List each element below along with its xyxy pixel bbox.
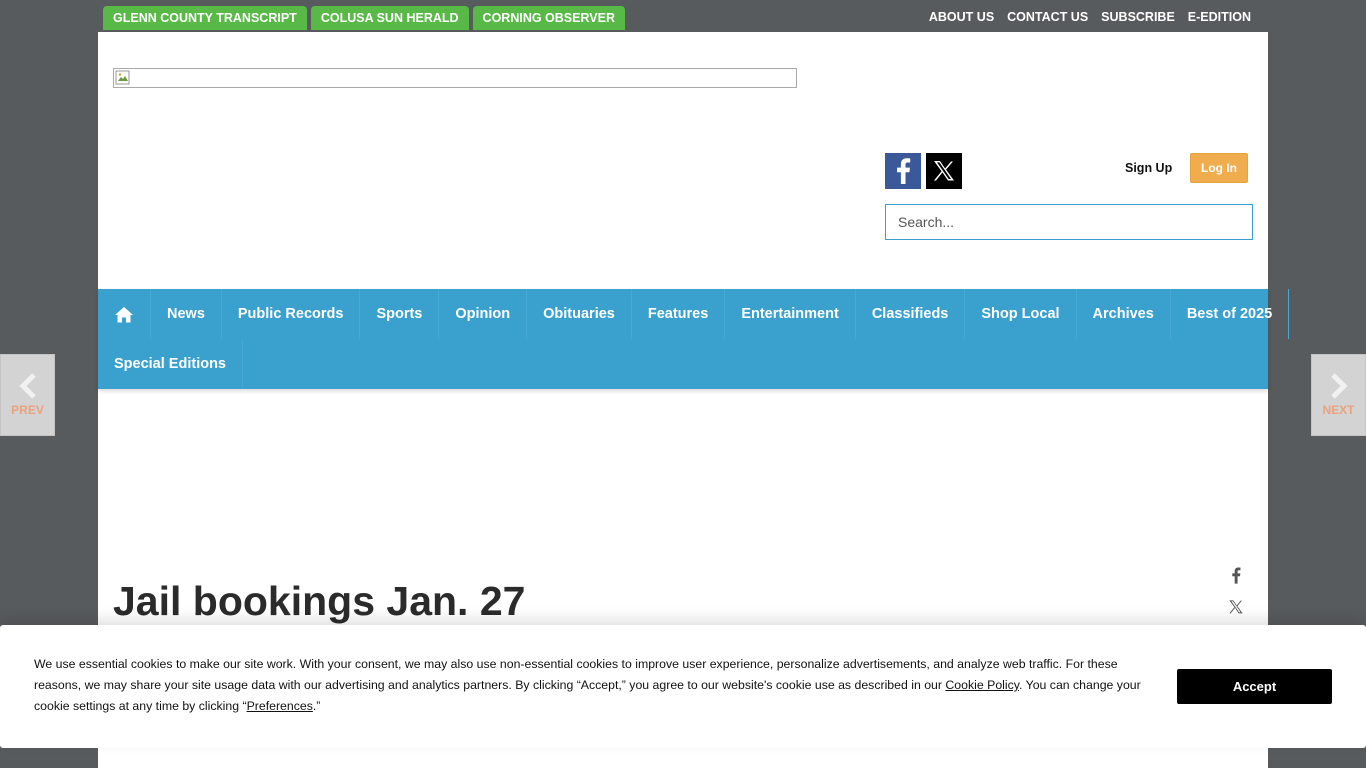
nav-item-shop-local[interactable]: Shop Local	[965, 289, 1077, 339]
chevron-right-icon	[1330, 373, 1348, 399]
home-icon	[115, 306, 133, 322]
facebook-icon	[897, 158, 911, 184]
subscribe-link[interactable]: SUBSCRIBE	[1101, 10, 1175, 24]
cookie-banner: We use essential cookies to make our sit…	[0, 625, 1366, 748]
nav-item-classifieds[interactable]: Classifieds	[856, 289, 966, 339]
nav-row-1: News Public Records Sports Opinion Obitu…	[98, 289, 1290, 339]
main-nav: News Public Records Sports Opinion Obitu…	[98, 289, 1290, 389]
nav-item-archives[interactable]: Archives	[1077, 289, 1171, 339]
log-in-button[interactable]: Log In	[1190, 153, 1248, 183]
next-article-button[interactable]: NEXT	[1311, 354, 1366, 436]
sign-up-link[interactable]: Sign Up	[1125, 161, 1172, 175]
prev-article-button[interactable]: PREV	[0, 354, 55, 436]
sister-tab-corning-observer[interactable]: CORNING OBSERVER	[472, 6, 625, 30]
nav-item-opinion[interactable]: Opinion	[439, 289, 528, 339]
preferences-link[interactable]: Preferences	[247, 699, 313, 713]
social-links	[885, 153, 962, 189]
next-label: NEXT	[1322, 403, 1355, 417]
nav-row-2: Special Editions	[98, 339, 1268, 389]
x-button[interactable]	[926, 153, 962, 189]
cookie-notice-text: We use essential cookies to make our sit…	[34, 654, 1154, 717]
nav-item-news[interactable]: News	[151, 289, 222, 339]
nav-item-special-editions[interactable]: Special Editions	[98, 339, 243, 389]
accept-cookies-button[interactable]: Accept	[1177, 669, 1332, 704]
nav-item-best-of-2025[interactable]: Best of 2025	[1171, 289, 1290, 339]
chevron-left-icon	[18, 373, 36, 399]
nav-item-features[interactable]: Features	[632, 289, 726, 339]
nav-home[interactable]	[98, 289, 151, 339]
top-bar: GLENN COUNTY TRANSCRIPT COLUSA SUN HERAL…	[98, 0, 1268, 32]
nav-item-obituaries[interactable]: Obituaries	[527, 289, 632, 339]
contact-us-link[interactable]: CONTACT US	[1007, 10, 1088, 24]
nav-item-public-records[interactable]: Public Records	[222, 289, 361, 339]
facebook-icon	[1232, 567, 1241, 584]
about-us-link[interactable]: ABOUT US	[929, 10, 994, 24]
top-links: ABOUT US CONTACT US SUBSCRIBE E-EDITION	[929, 10, 1251, 24]
cookie-policy-link[interactable]: Cookie Policy	[945, 678, 1019, 692]
nav-item-entertainment[interactable]: Entertainment	[725, 289, 856, 339]
prev-label: PREV	[11, 403, 44, 417]
sister-site-tabs: GLENN COUNTY TRANSCRIPT COLUSA SUN HERAL…	[103, 6, 625, 30]
site-logo[interactable]	[113, 68, 797, 88]
sister-tab-colusa-sun-herald[interactable]: COLUSA SUN HERALD	[310, 6, 469, 30]
x-icon	[934, 161, 954, 181]
x-icon	[1229, 600, 1243, 614]
share-icons	[1227, 566, 1245, 616]
sister-tab-glenn-county-transcript[interactable]: GLENN COUNTY TRANSCRIPT	[103, 6, 307, 30]
cookie-text-part3: .”	[312, 699, 321, 713]
share-x-button[interactable]	[1227, 598, 1245, 616]
article-title: Jail bookings Jan. 27	[113, 578, 526, 624]
nav-item-sports[interactable]: Sports	[360, 289, 440, 339]
e-edition-link[interactable]: E-EDITION	[1188, 10, 1251, 24]
search-input[interactable]	[885, 204, 1253, 240]
broken-image-icon	[115, 70, 130, 85]
share-facebook-button[interactable]	[1227, 566, 1245, 584]
facebook-button[interactable]	[885, 153, 921, 189]
